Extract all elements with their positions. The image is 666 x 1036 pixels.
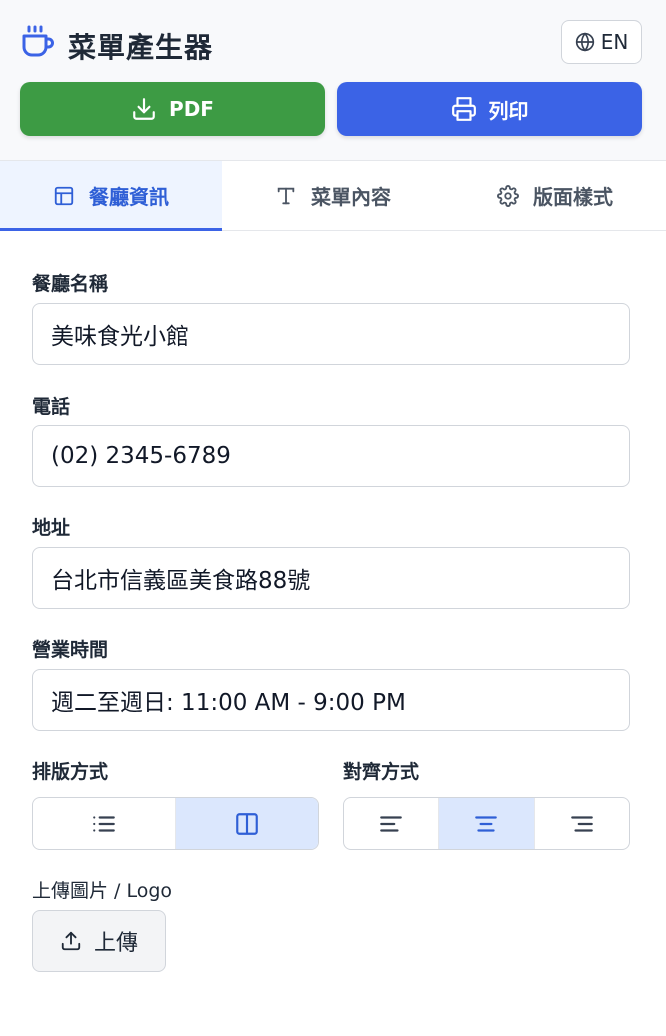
coffee-cup-icon bbox=[22, 25, 54, 57]
alignment-label: 對齊方式 bbox=[343, 761, 420, 783]
align-right-icon bbox=[570, 815, 593, 832]
tab-layout-style[interactable]: 版面樣式 bbox=[444, 161, 666, 230]
upload-label: 上傳圖片 / Logo bbox=[32, 880, 173, 902]
layout-mode-label: 排版方式 bbox=[32, 761, 109, 783]
layout-icon bbox=[54, 186, 74, 205]
app-title: 菜單產生器 bbox=[68, 31, 214, 64]
text-icon bbox=[277, 187, 295, 204]
language-toggle-button[interactable]: EN bbox=[561, 20, 642, 64]
layout-list-option[interactable] bbox=[33, 798, 175, 849]
alignment-selector bbox=[343, 797, 630, 850]
phone-label: 電話 bbox=[32, 396, 71, 418]
list-icon bbox=[93, 815, 115, 832]
align-left-icon bbox=[380, 815, 402, 832]
align-left-option[interactable] bbox=[344, 798, 438, 849]
upload-button[interactable]: 上傳 bbox=[32, 910, 166, 972]
address-label: 地址 bbox=[32, 517, 71, 539]
globe-icon bbox=[575, 32, 594, 52]
tab-bar: 餐廳資訊 菜單內容 版面樣式 bbox=[0, 161, 666, 231]
tab-label: 餐廳資訊 bbox=[89, 185, 169, 209]
layout-two-column-option[interactable] bbox=[175, 798, 318, 849]
print-button-label: 列印 bbox=[488, 98, 529, 123]
hours-label: 營業時間 bbox=[32, 639, 109, 661]
download-pdf-button[interactable]: PDF bbox=[20, 82, 325, 136]
align-center-icon bbox=[475, 815, 498, 832]
tab-label: 版面樣式 bbox=[533, 185, 613, 209]
hours-input[interactable]: 週二至週日: 11:00 AM - 9:00 PM bbox=[32, 669, 630, 731]
language-label: EN bbox=[600, 30, 629, 54]
pdf-button-label: PDF bbox=[169, 97, 214, 121]
download-icon bbox=[133, 98, 155, 120]
restaurant-name-label: 餐廳名稱 bbox=[32, 273, 109, 295]
tab-label: 菜單內容 bbox=[311, 185, 391, 209]
tab-menu-content[interactable]: 菜單內容 bbox=[222, 161, 444, 230]
upload-button-label: 上傳 bbox=[93, 931, 138, 956]
address-input[interactable]: 台北市信義區美食路88號 bbox=[32, 547, 630, 609]
printer-icon bbox=[451, 97, 476, 121]
align-right-option[interactable] bbox=[533, 798, 629, 849]
columns-icon bbox=[236, 812, 258, 835]
layout-mode-selector bbox=[32, 797, 319, 850]
upload-icon bbox=[61, 931, 81, 951]
tab-restaurant-info[interactable]: 餐廳資訊 bbox=[0, 161, 222, 231]
restaurant-name-input[interactable]: 美味食光小館 bbox=[32, 303, 630, 365]
phone-input[interactable]: (02) 2345-6789 bbox=[32, 425, 630, 487]
app-header: 菜單產生器 EN PDF 列印 bbox=[0, 0, 666, 161]
print-button[interactable]: 列印 bbox=[337, 82, 642, 136]
align-center-option[interactable] bbox=[438, 798, 534, 849]
gear-icon bbox=[497, 184, 519, 207]
